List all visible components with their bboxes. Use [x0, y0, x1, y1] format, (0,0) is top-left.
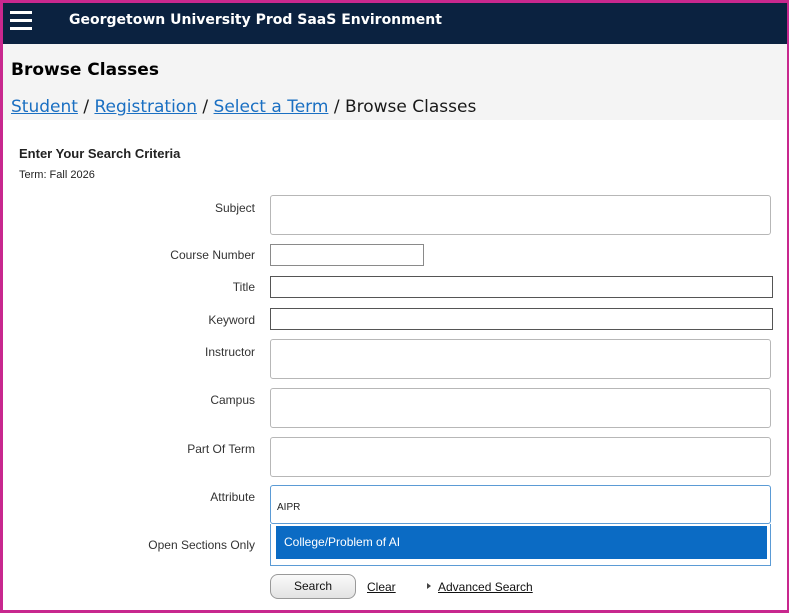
search-criteria-heading: Enter Your Search Criteria [19, 146, 181, 161]
title-field[interactable] [270, 276, 773, 298]
title-label: Title [232, 280, 255, 294]
page-header: Browse Classes Student / Registration / … [3, 44, 787, 120]
keyword-field[interactable] [270, 308, 773, 330]
breadcrumb-separator: / [333, 97, 340, 117]
course-number-field[interactable] [270, 244, 424, 266]
part-of-term-label: Part Of Term [187, 442, 255, 456]
breadcrumb-select-term[interactable]: Select a Term [214, 97, 329, 117]
subject-input[interactable] [270, 195, 771, 235]
instructor-input[interactable] [270, 339, 771, 379]
breadcrumb-separator: / [83, 97, 90, 117]
attribute-input[interactable]: AIPR [270, 485, 771, 524]
app-window: Georgetown University Prod SaaS Environm… [0, 0, 789, 613]
advanced-search-link[interactable]: Advanced Search [438, 580, 533, 594]
attribute-label: Attribute [210, 490, 255, 504]
instructor-label: Instructor [204, 345, 255, 359]
breadcrumb-separator: / [202, 97, 209, 117]
campus-input[interactable] [270, 388, 771, 428]
app-title: Georgetown University Prod SaaS Environm… [69, 12, 442, 28]
breadcrumb-student[interactable]: Student [11, 97, 78, 117]
suggestion-item[interactable]: College/Problem of AI [276, 526, 767, 559]
term-label: Term: Fall 2026 [19, 169, 95, 181]
triangle-right-icon [427, 583, 431, 589]
breadcrumb-current: Browse Classes [344, 97, 477, 117]
breadcrumb: Student / Registration / Select a Term /… [11, 97, 476, 117]
top-navigation-bar: Georgetown University Prod SaaS Environm… [3, 3, 787, 44]
part-of-term-input[interactable] [270, 437, 771, 477]
attribute-input-value: AIPR [277, 502, 301, 513]
course-number-label: Course Number [170, 248, 255, 262]
clear-link[interactable]: Clear [367, 580, 396, 594]
hamburger-menu-icon[interactable] [10, 9, 32, 31]
subject-label: Subject [214, 201, 255, 215]
search-button[interactable]: Search [270, 574, 356, 599]
keyword-label: Keyword [208, 313, 255, 327]
page-title: Browse Classes [11, 60, 159, 80]
breadcrumb-registration[interactable]: Registration [94, 97, 197, 117]
open-sections-label: Open Sections Only [148, 538, 255, 552]
attribute-suggestion-list: College/Problem of AI [270, 524, 771, 566]
campus-label: Campus [210, 393, 255, 407]
